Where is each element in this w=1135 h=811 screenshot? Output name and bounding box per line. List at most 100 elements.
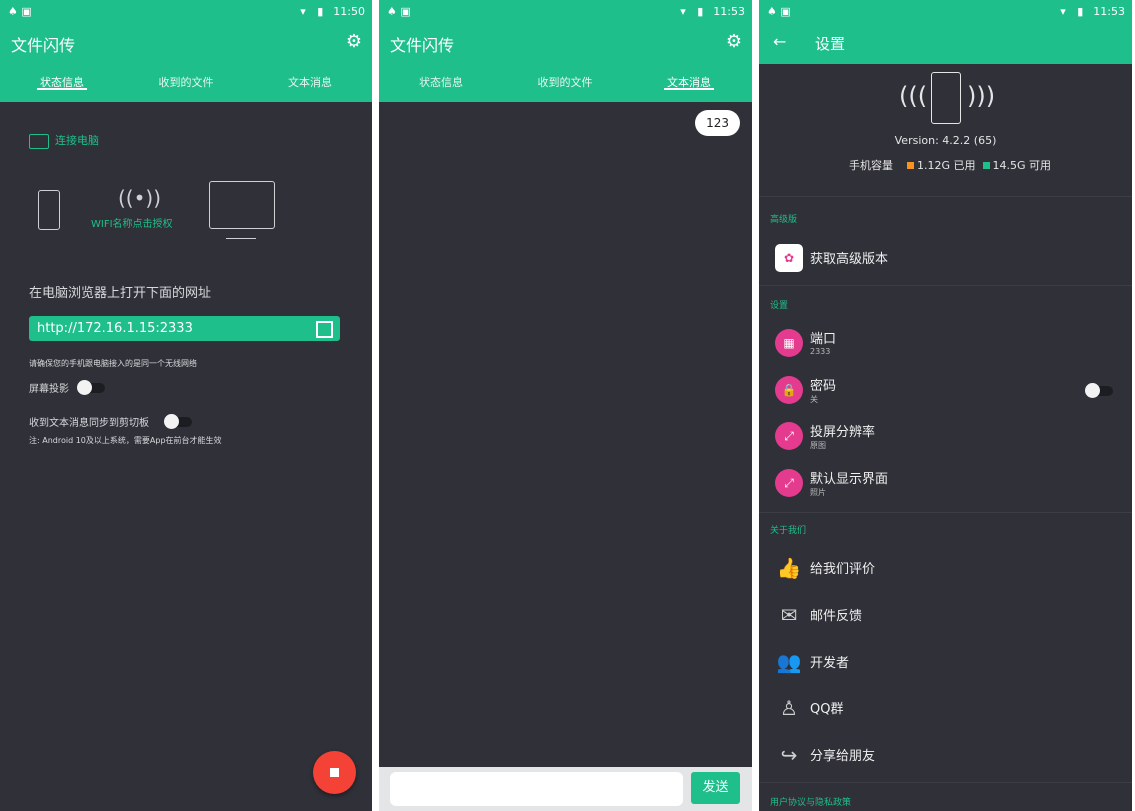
storage-used: 1.12G 已用 <box>917 159 976 172</box>
thumbs-up-icon: 👍 <box>776 556 802 580</box>
connect-computer-link[interactable]: 连接电脑 <box>29 132 99 149</box>
toggle-knob <box>164 414 179 429</box>
status-content: 连接电脑 ((•)) WIFI名称点击授权 在电脑浏览器上打开下面的网址 htt… <box>0 102 372 811</box>
people-icon: 👥 <box>776 650 802 674</box>
premium-icon: ✿ <box>775 244 803 272</box>
tab-status[interactable]: 状态信息 <box>0 74 124 90</box>
back-arrow-icon[interactable]: ← <box>773 32 786 51</box>
status-left-icons: ♠ ▣ <box>767 5 791 18</box>
tab-indicator <box>37 88 87 90</box>
app-title: 文件闪传 <box>11 36 76 55</box>
port-label: 端口 <box>810 332 837 347</box>
divider <box>759 782 1132 783</box>
wifi-battery-icons: ▾ ▮ <box>680 5 708 18</box>
share-item[interactable]: ↪ 分享给朋友 <box>773 737 1132 777</box>
rate-us-label: 给我们评价 <box>810 562 876 577</box>
divider <box>759 512 1132 513</box>
tab-received-files[interactable]: 收到的文件 <box>503 74 627 90</box>
password-toggle[interactable] <box>1085 383 1113 398</box>
monitor-icon <box>209 181 275 229</box>
message-composer: 发送 <box>379 767 752 811</box>
tab-status[interactable]: 状态信息 <box>379 74 503 90</box>
version-text: Version: 4.2.2 (65) <box>894 134 997 147</box>
section-premium: 高级版 <box>770 215 798 225</box>
monitor-stand <box>226 230 256 239</box>
expand-icon: ⤢ <box>775 469 803 497</box>
port-value: 2333 <box>810 347 831 356</box>
tab-bar: 状态信息 收到的文件 文本消息 <box>379 74 752 102</box>
divider <box>759 285 1132 286</box>
network-note: 请确保您的手机跟电脑接入的是同一个无线网络 <box>29 359 197 368</box>
sync-clipboard-label: 收到文本消息同步到剪切板 <box>29 418 149 429</box>
settings-screen: ♠ ▣ ▾ ▮ 11:53 ← 设置 ((( ))) Version: 4.2.2… <box>759 0 1132 811</box>
privacy-link[interactable]: 用户协议与隐私政策 <box>770 795 851 808</box>
toggle-knob <box>77 380 92 395</box>
status-bar: ♠ ▣ ▾ ▮ 11:50 <box>0 0 372 24</box>
app-bar: ← 设置 <box>759 24 1132 64</box>
qq-icon: ♙ <box>780 696 798 720</box>
send-button[interactable]: 发送 <box>691 772 740 804</box>
section-about: 关于我们 <box>770 526 807 536</box>
email-feedback-label: 邮件反馈 <box>810 609 863 624</box>
wifi-name-link[interactable]: WIFI名称点击授权 <box>91 215 173 230</box>
lock-icon: 🔒 <box>775 376 803 404</box>
password-item[interactable]: 🔒 密码 关 <box>773 372 1132 412</box>
status-right: ▾ ▮ 11:53 <box>1060 5 1125 18</box>
gear-icon[interactable]: ⚙ <box>726 31 742 52</box>
password-value: 关 <box>810 395 818 404</box>
qq-group-item[interactable]: ♙ QQ群 <box>773 690 1132 730</box>
phone-icon <box>931 72 961 124</box>
message-bubble[interactable]: 123 <box>695 110 740 136</box>
status-screen: ♠ ▣ ▾ ▮ 11:50 文件闪传 ⚙ 状态信息 收到的文件 文本消息 连接电脑… <box>0 0 372 811</box>
storage-info: 手机容量 1.12G 已用 14.5G 可用 <box>849 157 1051 173</box>
devices-icon <box>29 133 49 149</box>
signal-left-icon: ((( <box>899 82 928 110</box>
storage-available: 14.5G 可用 <box>992 159 1052 172</box>
screen-cast-toggle[interactable] <box>77 380 105 395</box>
qr-code-icon[interactable] <box>316 321 333 338</box>
status-left-icons: ♠ ▣ <box>387 5 411 18</box>
section-settings: 设置 <box>770 301 789 311</box>
stop-button[interactable] <box>313 751 356 794</box>
status-bar: ♠ ▣ ▾ ▮ 11:53 <box>759 0 1132 24</box>
status-right: ▾ ▮ 11:53 <box>680 5 745 18</box>
wifi-icon: ((•)) <box>118 186 162 210</box>
tab-received-files[interactable]: 收到的文件 <box>124 74 248 90</box>
default-view-item[interactable]: ⤢ 默认显示界面 照片 <box>773 465 1132 505</box>
url-text[interactable]: http://172.16.1.15:2333 <box>37 321 193 336</box>
developer-label: 开发者 <box>810 656 850 671</box>
resolution-item[interactable]: ⤢ 投屏分辨率 原图 <box>773 418 1132 458</box>
wifi-battery-icons: ▾ ▮ <box>300 5 328 18</box>
password-label: 密码 <box>810 379 837 394</box>
tab-text-messages[interactable]: 文本消息 <box>627 74 751 90</box>
expand-icon: ⤢ <box>775 422 803 450</box>
get-premium-item[interactable]: ✿ 获取高级版本 <box>773 240 1132 280</box>
url-box[interactable]: http://172.16.1.15:2333 <box>29 316 340 341</box>
rate-us-item[interactable]: 👍 给我们评价 <box>773 550 1132 590</box>
message-input[interactable] <box>390 772 683 806</box>
share-label: 分享给朋友 <box>810 749 876 764</box>
port-item[interactable]: ▦ 端口 2333 <box>773 325 1132 365</box>
app-title: 文件闪传 <box>390 36 455 55</box>
email-feedback-item[interactable]: ✉ 邮件反馈 <box>773 597 1132 637</box>
mail-icon: ✉ <box>780 603 798 627</box>
android-note: 注: Android 10及以上系统，需要App在前台才能生效 <box>29 436 222 445</box>
default-view-value: 照片 <box>810 488 826 497</box>
tab-indicator <box>664 88 714 90</box>
resolution-value: 原图 <box>810 441 826 450</box>
wifi-battery-icons: ▾ ▮ <box>1060 5 1088 18</box>
resolution-label: 投屏分辨率 <box>810 425 876 440</box>
gear-icon[interactable]: ⚙ <box>346 31 362 52</box>
storage-label: 手机容量 <box>849 159 893 172</box>
device-header: ((( ))) Version: 4.2.2 (65) 手机容量 1.12G 已用… <box>759 64 1132 197</box>
status-left-icons: ♠ ▣ <box>8 5 32 18</box>
tab-text-messages[interactable]: 文本消息 <box>248 74 372 90</box>
stop-icon <box>330 768 339 777</box>
app-bar: 文件闪传 ⚙ 状态信息 收到的文件 文本消息 <box>379 24 752 102</box>
sync-clipboard-toggle[interactable] <box>164 414 192 429</box>
open-url-heading: 在电脑浏览器上打开下面的网址 <box>29 286 212 301</box>
tab-bar: 状态信息 收到的文件 文本消息 <box>0 74 372 102</box>
developer-item[interactable]: 👥 开发者 <box>773 644 1132 684</box>
text-message-screen: ♠ ▣ ▾ ▮ 11:53 文件闪传 ⚙ 状态信息 收到的文件 文本消息 123 … <box>379 0 752 811</box>
clock: 11:53 <box>1093 5 1125 18</box>
